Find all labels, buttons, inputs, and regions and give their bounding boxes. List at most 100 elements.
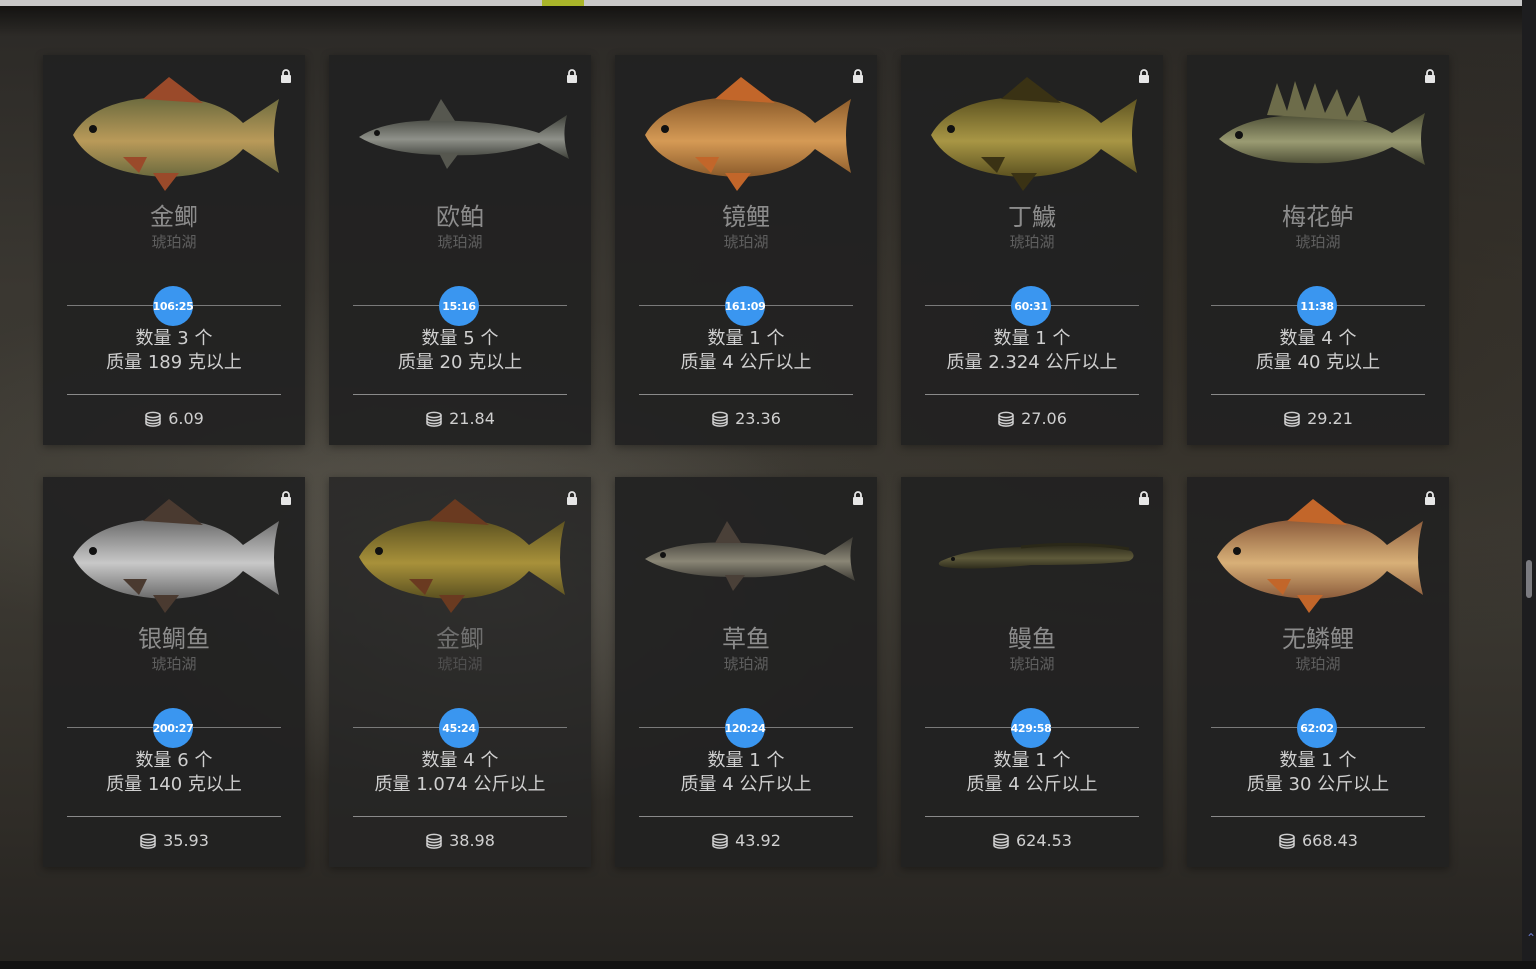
required-count: 数量 6 个 [135,750,213,771]
required-weight: 质量 20 克以上 [397,352,523,373]
bottom-bar [0,961,1536,969]
timer-badge: 60:31 [1011,286,1051,326]
mirror-carp-image [615,73,877,191]
fish-name: 欧鲌 [436,203,484,231]
required-weight: 质量 4 公斤以上 [966,774,1098,795]
coin-stack-icon [426,411,442,427]
reward-value: 23.36 [735,409,781,428]
tench-image [901,73,1163,191]
required-count: 数量 1 个 [707,750,785,771]
fish-card-7[interactable]: 金鲫 琥珀湖 45:24 数量 4 个 质量 1.074 公斤以上 38.98 [329,477,591,867]
reward-row: 38.98 [329,829,591,853]
reward-value: 624.53 [1016,831,1072,850]
fish-location: 琥珀湖 [723,233,769,251]
required-count: 数量 1 个 [993,750,1071,771]
card-divider [1211,394,1425,395]
timer-badge: 45:24 [439,708,479,748]
card-divider [1211,816,1425,817]
timer-badge: 62:02 [1297,708,1337,748]
fish-card-3[interactable]: 镜鲤 琥珀湖 161:09 数量 1 个 质量 4 公斤以上 23.36 [615,55,877,445]
required-weight: 质量 189 克以上 [106,352,242,373]
reward-row: 6.09 [43,407,305,431]
card-divider [353,394,567,395]
fish-card-4[interactable]: 丁鱥 琥珀湖 60:31 数量 1 个 质量 2.324 公斤以上 27.06 [901,55,1163,445]
required-count: 数量 4 个 [1279,328,1357,349]
fish-name: 金鲫 [150,203,198,231]
ruffe-image [1187,73,1449,191]
reward-value: 6.09 [168,409,204,428]
fish-location: 琥珀湖 [151,655,197,673]
card-divider [67,816,281,817]
silver-bream-image [43,495,305,613]
coin-stack-icon [998,411,1014,427]
card-divider [67,394,281,395]
fish-card-1[interactable]: 金鲫 琥珀湖 106:25 数量 3 个 质量 189 克以上 6.09 [43,55,305,445]
required-count: 数量 1 个 [707,328,785,349]
coin-stack-icon [140,833,156,849]
reward-row: 29.21 [1187,407,1449,431]
coin-stack-icon [1279,833,1295,849]
fish-name: 无鳞鲤 [1282,625,1354,653]
corner-arrow-icon: ⌃ [1526,931,1536,945]
required-weight: 质量 30 公斤以上 [1246,774,1390,795]
timer-badge: 429:58 [1011,708,1052,748]
fish-name: 银鲷鱼 [138,625,210,653]
reward-row: 27.06 [901,407,1163,431]
fish-name: 梅花鲈 [1282,203,1354,231]
scrollbar-track[interactable] [1522,0,1536,969]
card-divider [639,394,853,395]
grass-carp-image [615,495,877,613]
fish-card-8[interactable]: 草鱼 琥珀湖 120:24 数量 1 个 质量 4 公斤以上 43.92 [615,477,877,867]
coin-stack-icon [145,411,161,427]
required-weight: 质量 4 公斤以上 [680,352,812,373]
scrollbar-thumb[interactable] [1526,560,1532,598]
crucian-carp-image [43,73,305,191]
fish-name: 丁鱥 [1008,203,1056,231]
required-weight: 质量 140 克以上 [106,774,242,795]
eel-image [901,495,1163,613]
coin-stack-icon [426,833,442,849]
reward-row: 23.36 [615,407,877,431]
top-bar-shadow [0,6,1522,36]
fish-location: 琥珀湖 [151,233,197,251]
fish-location: 琥珀湖 [1009,233,1055,251]
card-divider [925,816,1139,817]
required-count: 数量 1 个 [1279,750,1357,771]
reward-row: 35.93 [43,829,305,853]
timer-badge: 106:25 [153,286,194,326]
fish-location: 琥珀湖 [437,233,483,251]
required-count: 数量 4 个 [421,750,499,771]
fish-location: 琥珀湖 [1295,655,1341,673]
reward-value: 668.43 [1302,831,1358,850]
card-divider [925,394,1139,395]
required-count: 数量 1 个 [993,328,1071,349]
reward-value: 38.98 [449,831,495,850]
bleak-image [329,73,591,191]
fish-card-6[interactable]: 银鲷鱼 琥珀湖 200:27 数量 6 个 质量 140 克以上 35.93 [43,477,305,867]
required-count: 数量 3 个 [135,328,213,349]
fish-name: 镜鲤 [722,203,770,231]
reward-value: 21.84 [449,409,495,428]
fish-name: 草鱼 [722,625,770,653]
reward-value: 27.06 [1021,409,1067,428]
fish-card-10[interactable]: 无鳞鲤 琥珀湖 62:02 数量 1 个 质量 30 公斤以上 668.43 [1187,477,1449,867]
coin-stack-icon [712,833,728,849]
coin-stack-icon [1284,411,1300,427]
reward-value: 35.93 [163,831,209,850]
fish-card-5[interactable]: 梅花鲈 琥珀湖 11:38 数量 4 个 质量 40 克以上 29.21 [1187,55,1449,445]
fish-location: 琥珀湖 [1009,655,1055,673]
timer-badge: 200:27 [153,708,194,748]
reward-row: 668.43 [1187,829,1449,853]
reward-row: 624.53 [901,829,1163,853]
fish-card-9[interactable]: 鳗鱼 琥珀湖 429:58 数量 1 个 质量 4 公斤以上 624.53 [901,477,1163,867]
fish-name: 鳗鱼 [1008,625,1056,653]
coin-stack-icon [993,833,1009,849]
fish-name: 金鲫 [436,625,484,653]
fish-card-2[interactable]: 欧鲌 琥珀湖 15:16 数量 5 个 质量 20 克以上 21.84 [329,55,591,445]
required-weight: 质量 2.324 公斤以上 [946,352,1118,373]
reward-value: 29.21 [1307,409,1353,428]
required-weight: 质量 40 克以上 [1255,352,1381,373]
timer-badge: 161:09 [725,286,766,326]
fish-location: 琥珀湖 [1295,233,1341,251]
timer-badge: 11:38 [1297,286,1337,326]
